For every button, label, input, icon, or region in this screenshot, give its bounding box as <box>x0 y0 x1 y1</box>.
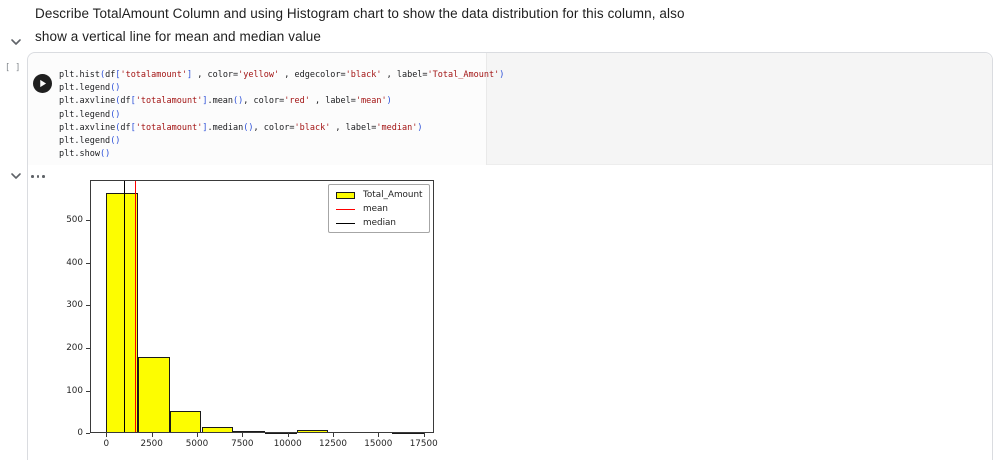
notebook-page: Describe TotalAmount Column and using Hi… <box>0 0 1000 460</box>
markdown-text-line1: Describe TotalAmount Column and using Hi… <box>35 6 685 21</box>
code-cell: plt.hist(df['totalamount'] , color='yell… <box>27 52 993 460</box>
collapse-chevron-icon[interactable] <box>10 38 24 48</box>
code-line: plt.hist(df['totalamount'] , color='yell… <box>59 69 504 82</box>
run-cell-button[interactable] <box>33 74 52 93</box>
play-icon <box>38 79 47 88</box>
code-line: plt.legend() <box>59 109 504 122</box>
code-line: plt.legend() <box>59 82 504 95</box>
code-line: plt.axvline(df['totalamount'].median(), … <box>59 122 504 135</box>
code-region: plt.hist(df['totalamount'] , color='yell… <box>28 53 992 165</box>
output-collapse-chevron-icon[interactable] <box>10 172 24 182</box>
markdown-text-line2: show a vertical line for mean and median… <box>35 29 321 44</box>
code-lines[interactable]: plt.hist(df['totalamount'] , color='yell… <box>59 69 504 161</box>
code-line: plt.legend() <box>59 135 504 148</box>
code-line: plt.axvline(df['totalamount'].mean(), co… <box>59 95 504 108</box>
execution-count-indicator: [ ] <box>5 63 20 73</box>
output-options-icon[interactable] <box>31 175 45 178</box>
code-line: plt.show() <box>59 148 504 161</box>
